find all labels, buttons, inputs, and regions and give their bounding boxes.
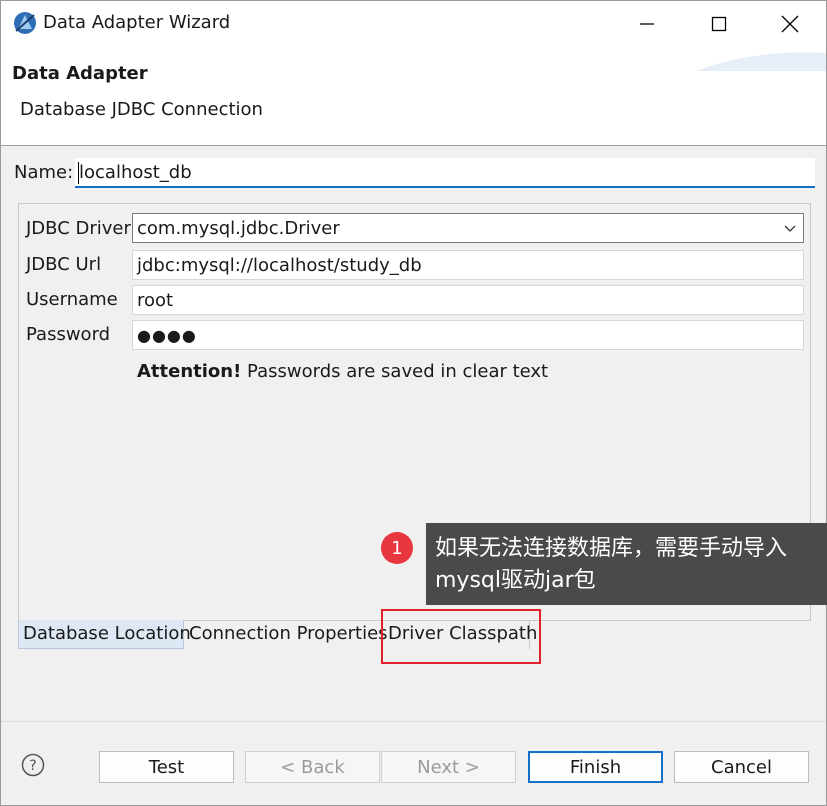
header-banner-graphic <box>696 52 826 71</box>
chevron-down-icon <box>784 225 796 232</box>
attention-text: Passwords are saved in clear text <box>241 361 549 382</box>
password-label: Password <box>26 324 111 345</box>
name-value: localhost_db <box>79 161 192 183</box>
header-divider <box>1 145 826 146</box>
help-icon[interactable]: ? <box>21 753 45 777</box>
title-bar: Data Adapter Wizard <box>1 1 826 47</box>
jdbc-url-input[interactable]: jdbc:mysql://localhost/study_db <box>132 250 804 280</box>
jdbc-url-value: jdbc:mysql://localhost/study_db <box>137 254 422 276</box>
cancel-button[interactable]: Cancel <box>674 751 809 783</box>
minimize-button[interactable] <box>611 1 683 47</box>
window-title: Data Adapter Wizard <box>43 12 231 33</box>
annotation-line-2: mysql驱动jar包 <box>435 568 596 593</box>
maximize-button[interactable] <box>683 1 755 47</box>
jdbc-driver-value: com.mysql.jdbc.Driver <box>137 217 340 239</box>
password-value: ●●●● <box>137 325 197 345</box>
username-label: Username <box>26 289 118 310</box>
name-label: Name: <box>14 162 74 183</box>
svg-text:?: ? <box>29 758 36 774</box>
minimize-icon <box>640 23 654 25</box>
tab-connection-properties[interactable]: Connection Properties <box>185 620 388 649</box>
attention-label: Attention! <box>137 361 242 382</box>
page-title: Data Adapter <box>12 63 148 84</box>
footer-divider <box>1 721 826 722</box>
close-button[interactable] <box>754 1 826 47</box>
tab-database-location[interactable]: Database Location <box>18 620 191 649</box>
maximize-icon <box>711 16 727 32</box>
jdbc-driver-select[interactable]: com.mysql.jdbc.Driver <box>132 213 804 243</box>
annotation-callout: 如果无法连接数据库，需要手动导入 mysql驱动jar包 <box>426 523 827 605</box>
finish-button[interactable]: Finish <box>528 751 663 783</box>
app-icon <box>14 12 36 34</box>
username-input[interactable]: root <box>132 285 804 315</box>
back-button[interactable]: < Back <box>245 751 380 783</box>
page-subtitle: Database JDBC Connection <box>20 99 263 120</box>
name-input[interactable]: localhost_db <box>75 158 815 188</box>
wizard-header: Data Adapter Database JDBC Connection <box>1 47 826 145</box>
next-button[interactable]: Next > <box>381 751 516 783</box>
annotation-line-1: 如果无法连接数据库，需要手动导入 <box>435 536 788 561</box>
text-caret <box>78 162 79 184</box>
close-icon <box>781 15 799 33</box>
jdbc-driver-label: JDBC Driver <box>26 218 131 239</box>
test-button[interactable]: Test <box>99 751 234 783</box>
annotation-number-badge: 1 <box>381 532 413 564</box>
highlight-box <box>381 609 541 664</box>
password-input[interactable]: ●●●● <box>132 320 804 350</box>
username-value: root <box>137 289 174 311</box>
wizard-window: Data Adapter Wizard Data Adapter Databas… <box>0 0 827 806</box>
password-warning: Attention! Passwords are saved in clear … <box>137 361 548 382</box>
jdbc-url-label: JDBC Url <box>26 254 102 275</box>
